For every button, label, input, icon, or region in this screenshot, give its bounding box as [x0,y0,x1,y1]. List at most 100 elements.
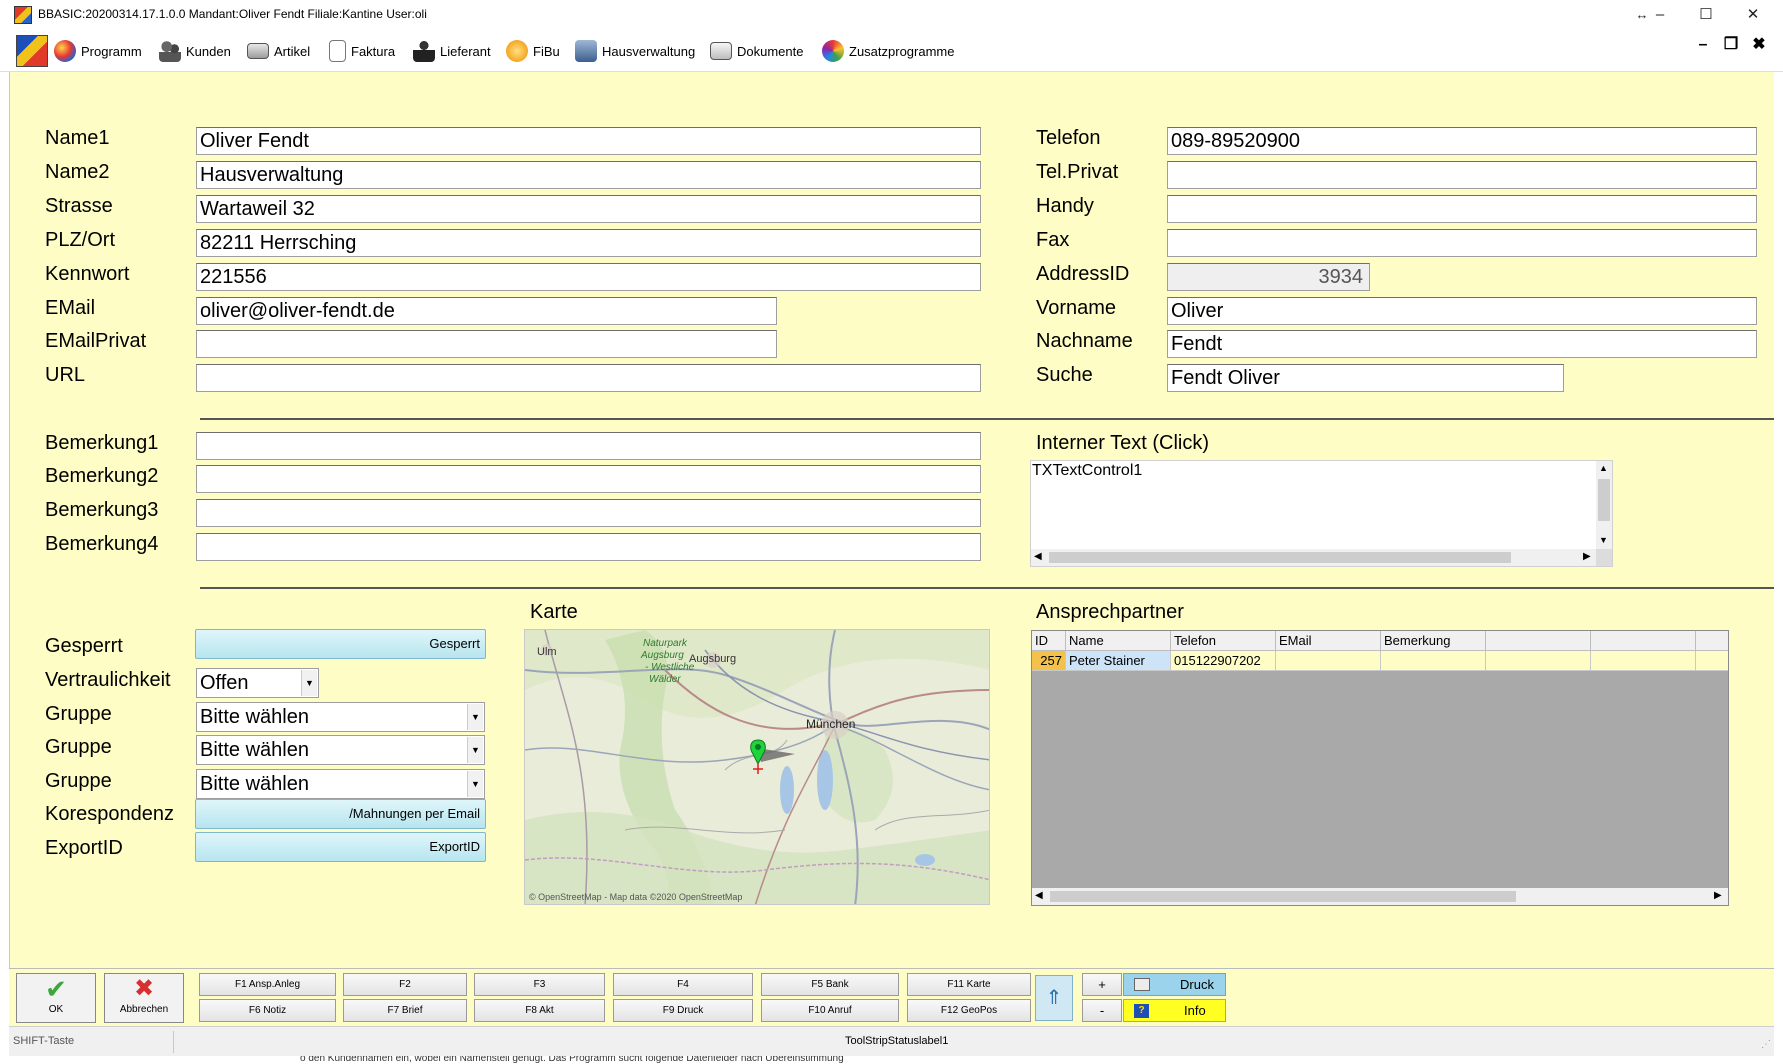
korespondenz-button[interactable]: /Mahnungen per Email [195,799,486,829]
grid-horizontal-scrollbar[interactable]: ◀ ▶ [1032,888,1728,905]
name2-field[interactable]: Hausverwaltung [196,161,981,189]
scrollbar-thumb[interactable] [1598,479,1610,521]
export-id-button[interactable]: ExportID [195,832,486,862]
maximize-button[interactable]: ☐ [1686,4,1726,26]
mdi-restore-button[interactable]: ❐ [1719,34,1743,56]
cell-telefon[interactable]: 015122907202 [1171,651,1276,671]
gruppe-2-select[interactable]: Bitte wählen ▼ [196,735,485,765]
url-field[interactable] [196,364,981,392]
f12-button[interactable]: F12 GeoPos [907,999,1031,1022]
suche-field[interactable]: Fendt Oliver [1167,364,1564,392]
menu-programm[interactable]: Programm [54,39,142,63]
resize-grip-icon[interactable]: ⋰ [1761,1039,1771,1050]
menu-faktura[interactable]: Faktura [329,39,395,63]
chevron-up-icon[interactable]: ▲ [1599,463,1608,473]
bemerkung1-field[interactable] [196,432,981,460]
info-button[interactable]: ? Info [1123,999,1226,1022]
ok-button[interactable]: ✔ OK [16,973,96,1023]
cell-filler [1696,651,1728,671]
kennwort-field[interactable]: 221556 [196,263,981,291]
label-karte: Karte [530,601,578,623]
cell-email[interactable] [1276,651,1381,671]
collapse-up-icon[interactable]: ⇑ [1035,975,1073,1021]
horizontal-scrollbar[interactable]: ◀ ▶ [1031,549,1598,566]
f11-button[interactable]: F11 Karte [907,973,1031,996]
bemerkung3-field[interactable] [196,499,981,527]
f9-button[interactable]: F9 Druck [613,999,753,1022]
handy-field[interactable] [1167,195,1757,223]
map-place-muenchen: München [806,717,856,731]
scrollbar-thumb[interactable] [1049,552,1511,563]
menu-label: FiBu [533,43,560,59]
cell-empty-2[interactable] [1591,651,1696,671]
plus-button[interactable]: + [1082,973,1122,996]
menu-label: Faktura [351,43,396,59]
cell-id[interactable]: 257 [1032,651,1066,671]
column-header-email[interactable]: EMail [1276,631,1381,651]
map-place-augsburg: Augsburg [689,653,737,665]
vorname-field[interactable]: Oliver [1167,297,1757,325]
mdi-minimize-button[interactable]: – [1691,34,1715,56]
mdi-close-button[interactable]: ✖ [1747,34,1771,56]
druck-button[interactable]: Druck [1123,973,1226,996]
label-korespondenz: Korespondenz [45,803,174,825]
strasse-field[interactable]: Wartaweil 32 [196,195,981,223]
tel-privat-field[interactable] [1167,161,1757,189]
f4-button[interactable]: F4 [613,973,753,996]
menu-zusatzprogramme[interactable]: Zusatzprogramme [822,39,954,63]
menu-fibu[interactable]: FiBu [506,39,560,63]
scrollbar-thumb[interactable] [1050,891,1516,902]
bemerkung4-field[interactable] [196,533,981,561]
telefon-field[interactable]: 089-89520900 [1167,127,1757,155]
nachname-field[interactable]: Fendt [1167,330,1757,358]
gruppe-1-select[interactable]: Bitte wählen ▼ [196,702,485,732]
column-header-bemerkung[interactable]: Bemerkung [1381,631,1486,651]
close-button[interactable]: ✕ [1733,4,1773,26]
fax-field[interactable] [1167,229,1757,257]
vertraulichkeit-select[interactable]: Offen ▼ [196,668,319,698]
f2-button[interactable]: F2 [343,973,467,996]
f8-button[interactable]: F8 Akt [474,999,605,1022]
column-header-name[interactable]: Name [1066,631,1171,651]
f5-button[interactable]: F5 Bank [761,973,899,996]
cell-bemerkung[interactable] [1381,651,1486,671]
menu-kunden[interactable]: Kunden [159,39,231,63]
chevron-right-icon[interactable]: ▶ [1714,890,1722,901]
chevron-left-icon[interactable]: ◀ [1034,551,1042,562]
gruppe-3-select[interactable]: Bitte wählen ▼ [196,769,485,799]
column-header-id[interactable]: ID [1032,631,1066,651]
minus-button[interactable]: - [1082,999,1122,1022]
cancel-button[interactable]: ✖ Abbrechen [104,973,184,1023]
help-icon: ? [1134,1004,1149,1018]
chevron-down-icon: ▼ [301,670,317,696]
column-header-empty-1[interactable] [1486,631,1591,651]
f7-button[interactable]: F7 Brief [343,999,467,1022]
minimize-button[interactable]: – [1640,4,1680,26]
plz-ort-field[interactable]: 82211 Herrsching [196,229,981,257]
internal-text-control[interactable]: TXTextControl1 ▲ ▼ ◀ ▶ [1030,460,1613,567]
column-header-empty-2[interactable] [1591,631,1696,651]
email-privat-field[interactable] [196,330,777,358]
name1-field[interactable]: Oliver Fendt [196,127,981,155]
cell-name[interactable]: Peter Stainer [1066,651,1171,671]
label-interner-text[interactable]: Interner Text (Click) [1036,432,1209,455]
menu-dokumente[interactable]: Dokumente [710,39,803,63]
menu-artikel[interactable]: Artikel [247,39,310,63]
chevron-down-icon[interactable]: ▼ [1599,535,1608,545]
chevron-right-icon[interactable]: ▶ [1583,551,1591,562]
chevron-left-icon[interactable]: ◀ [1035,890,1043,901]
column-header-telefon[interactable]: Telefon [1171,631,1276,651]
vertical-scrollbar[interactable]: ▲ ▼ [1596,461,1612,550]
map-view[interactable]: Naturpark Augsburg - Westliche Wälder Au… [524,629,990,905]
email-field[interactable]: oliver@oliver-fendt.de [196,297,777,325]
f1-button[interactable]: F1 Ansp.Anleg [199,973,336,996]
f6-button[interactable]: F6 Notiz [199,999,336,1022]
gesperrt-button[interactable]: Gesperrt [195,629,486,659]
menu-lieferant[interactable]: Lieferant [413,39,491,63]
cell-empty-1[interactable] [1486,651,1591,671]
contacts-grid[interactable]: ID Name Telefon EMail Bemerkung 257 Pete… [1031,630,1729,906]
bemerkung2-field[interactable] [196,465,981,493]
f3-button[interactable]: F3 [474,973,605,996]
menu-hausverwaltung[interactable]: Hausverwaltung [575,39,695,63]
f10-button[interactable]: F10 Anruf [761,999,899,1022]
